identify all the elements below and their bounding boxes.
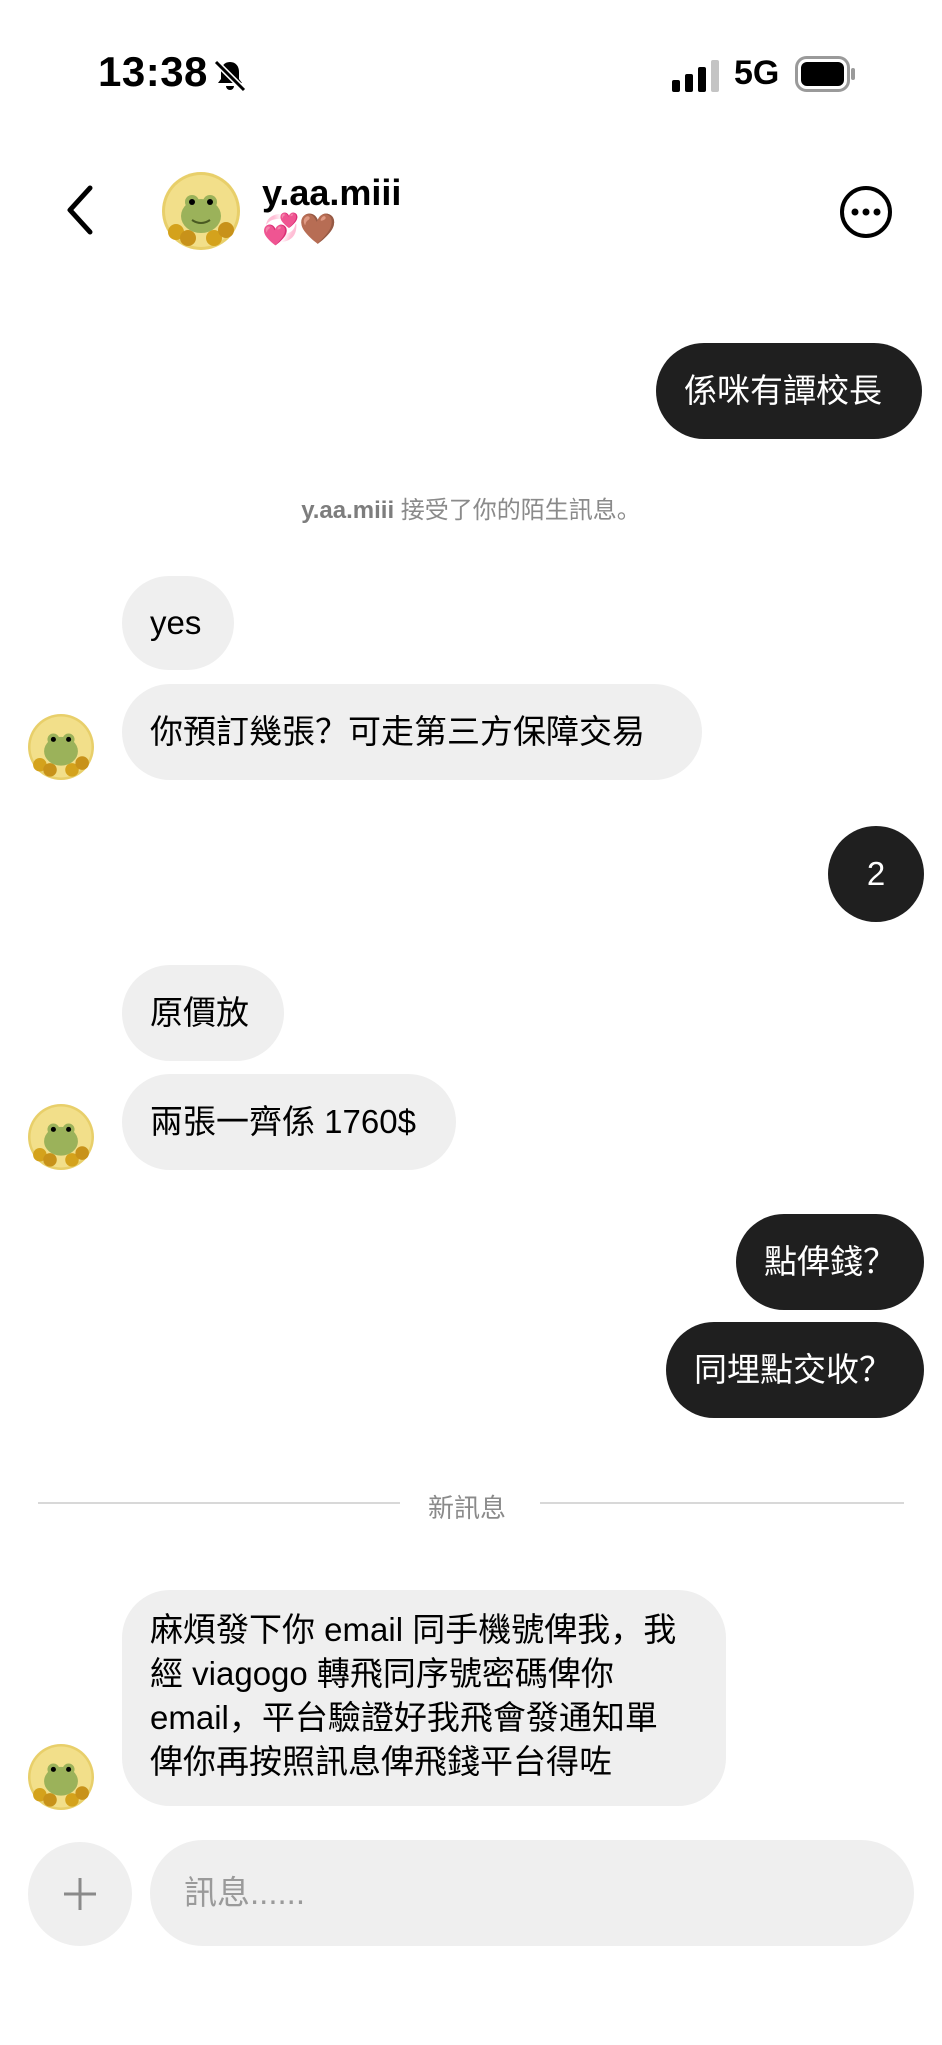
divider-right (540, 1502, 904, 1504)
message-incoming[interactable]: 麻煩發下你 email 同手機號俾我，我 經 viagogo 轉飛同序號密碼俾你… (122, 1590, 726, 1806)
message-line: email，平台驗證好我飛會發通知單 (150, 1699, 658, 1736)
divider-left (38, 1502, 400, 1504)
cellular-signal-icon (672, 60, 719, 92)
network-type: 5G (734, 54, 780, 92)
more-options-icon[interactable] (838, 184, 894, 240)
back-chevron-icon[interactable] (62, 182, 98, 238)
system-notice: y.aa.miii 接受了你的陌生訊息。 (0, 490, 942, 525)
status-time: 13:38 (98, 48, 208, 95)
message-input-container[interactable] (150, 1840, 914, 1946)
message-incoming[interactable]: 兩張一齊係 1760$ (122, 1074, 456, 1170)
message-incoming[interactable]: 你預訂幾張？可走第三方保障交易 (122, 684, 702, 780)
message-outgoing[interactable]: 2 (828, 826, 924, 922)
system-notice-user: y.aa.miii (301, 497, 395, 524)
message-incoming[interactable]: 原價放 (122, 965, 284, 1061)
message-outgoing[interactable]: 同埋點交收？ (666, 1322, 924, 1418)
new-messages-label: 新訊息 (428, 1493, 507, 1523)
status-emoji: 💞🤎 (262, 213, 337, 246)
chat-username[interactable]: y.aa.miii (262, 172, 401, 214)
message-line: 麻煩發下你 email 同手機號俾我，我 (150, 1611, 677, 1648)
battery-icon (795, 56, 855, 92)
message-line: 俾你再按照訊息俾飛錢平台得咗 (150, 1743, 612, 1780)
bell-muted-icon (213, 59, 247, 93)
add-attachment-button[interactable] (28, 1842, 132, 1946)
message-line: 經 viagogo 轉飛同序號密碼俾你 (150, 1655, 614, 1692)
system-notice-text: 接受了你的陌生訊息。 (394, 497, 641, 524)
message-outgoing[interactable]: 係咪有譚校長 (656, 343, 922, 439)
sender-avatar[interactable] (28, 1744, 94, 1810)
plus-icon (64, 1878, 96, 1910)
message-incoming[interactable]: yes (122, 576, 234, 670)
avatar[interactable] (162, 172, 240, 250)
message-outgoing[interactable]: 點俾錢？ (736, 1214, 924, 1310)
sender-avatar[interactable] (28, 1104, 94, 1170)
message-input[interactable] (182, 1873, 914, 1913)
sender-avatar[interactable] (28, 714, 94, 780)
